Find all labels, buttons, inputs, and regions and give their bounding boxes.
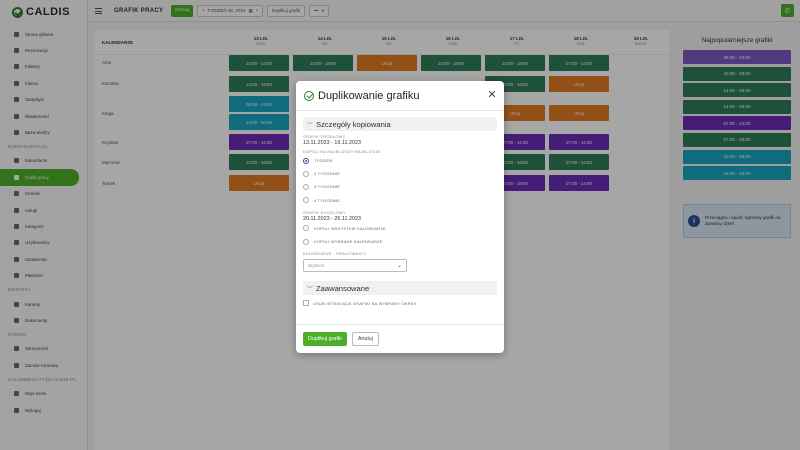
radio-button-checked[interactable]	[303, 157, 309, 164]
remove-existing-option[interactable]: USUŃ ISTNIEJĄCE GRAFIKI NA WYBRANY OKRES	[303, 300, 497, 307]
copy-option-2-weeks[interactable]: 2 TYGODNIE	[303, 167, 497, 180]
duplicate-schedule-modal: Duplikowanie grafiku ✕ ﹀ Szczegóły kopio…	[296, 81, 504, 353]
duplicate-submit-button[interactable]: Duplikuj grafik	[303, 332, 347, 346]
checkbox-label: USUŃ ISTNIEJĄCE GRAFIKI NA WYBRANY OKRES	[313, 300, 417, 306]
check-circle-icon	[304, 90, 314, 101]
section-title: Zaawansowane	[316, 283, 370, 293]
radio-label: TYDZIEŃ	[314, 158, 333, 164]
source-schedule-value: 13.11.2023 - 19.11.2023	[303, 140, 361, 146]
employees-select[interactable]: Wybierz ⌄	[303, 259, 407, 273]
radio-button[interactable]	[303, 183, 309, 190]
radio-label: 2 TYGODNIE	[314, 171, 341, 177]
copy-all-calendars-option[interactable]: KOPIUJ WSZYSTKIE KALENDARZE	[303, 222, 497, 235]
target-schedule-label: GRAFIK DOCELOWY	[303, 209, 346, 215]
chevron-down-icon: ﹀	[307, 122, 314, 129]
radio-button[interactable]	[303, 225, 309, 232]
source-schedule-label: GRAFIK ŹRÓDŁOWY	[303, 134, 346, 139]
modal-footer: Duplikuj grafik Anuluj	[296, 324, 504, 353]
radio-label: KOPIUJ WYBRANE KALENDARZE	[314, 239, 383, 245]
copy-selected-calendars-option[interactable]: KOPIUJ WYBRANE KALENDARZE	[303, 235, 497, 248]
radio-label: KOPIUJ WSZYSTKIE KALENDARZE	[314, 225, 386, 231]
modal-title: Duplikowanie grafiku	[318, 89, 420, 102]
cancel-button[interactable]: Anuluj	[351, 332, 379, 346]
section-title: Szczegóły kopiowania	[316, 119, 391, 129]
close-icon[interactable]: ✕	[486, 89, 498, 101]
radio-button[interactable]	[303, 197, 309, 204]
modal-header: Duplikowanie grafiku	[296, 81, 504, 111]
checkbox[interactable]	[303, 300, 309, 307]
employees-label: KALENDARZE - PRACOWNICY	[303, 251, 367, 257]
chevron-down-icon: ⌄	[396, 263, 402, 270]
radio-button[interactable]	[303, 170, 309, 177]
copy-details-section[interactable]: ﹀ Szczegóły kopiowania	[303, 117, 497, 131]
copy-option-1-week[interactable]: TYDZIEŃ	[303, 154, 497, 167]
chevron-down-icon: ﹀	[307, 286, 314, 293]
radio-label: 3 TYGODNIE	[314, 184, 341, 190]
copy-option-4-weeks[interactable]: 4 TYGODNIE	[303, 194, 497, 207]
radio-button[interactable]	[303, 238, 309, 245]
select-placeholder: Wybierz	[308, 263, 325, 269]
advanced-section[interactable]: ﹀ Zaawansowane	[303, 281, 497, 296]
radio-label: 4 TYGODNIE	[314, 197, 341, 203]
copy-option-3-weeks[interactable]: 3 TYGODNIE	[303, 180, 497, 193]
